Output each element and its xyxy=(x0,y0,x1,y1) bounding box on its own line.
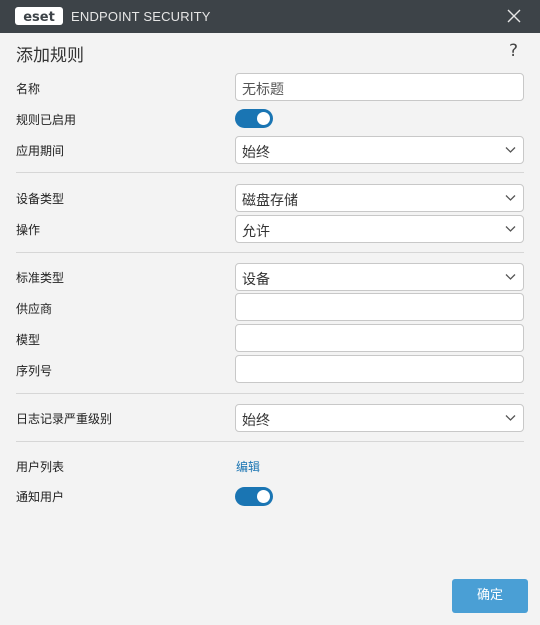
apply-period-value: 始终 xyxy=(242,145,270,161)
user-list-label: 用户列表 xyxy=(16,460,65,474)
criteria-type-select[interactable]: 设备 xyxy=(235,263,524,291)
model-label: 模型 xyxy=(16,333,41,347)
window-titlebar: eset ENDPOINT SECURITY xyxy=(0,0,540,33)
device-type-select[interactable]: 磁盘存储 xyxy=(235,184,524,212)
name-label: 名称 xyxy=(16,82,41,96)
ok-button[interactable]: 确定 xyxy=(452,579,528,613)
serial-number-input[interactable] xyxy=(235,355,524,383)
toggle-knob xyxy=(257,112,270,125)
section-divider xyxy=(16,441,524,442)
chevron-down-icon xyxy=(505,147,516,153)
device-type-label: 设备类型 xyxy=(16,192,65,206)
rule-enabled-toggle[interactable] xyxy=(235,109,273,128)
help-button[interactable]: ? xyxy=(509,41,518,61)
chevron-down-icon xyxy=(505,195,516,201)
app-title: ENDPOINT SECURITY xyxy=(71,9,211,24)
dialog-title: 添加规则 xyxy=(16,46,84,66)
toggle-knob xyxy=(257,490,270,503)
section-divider xyxy=(16,172,524,173)
apply-period-select[interactable]: 始终 xyxy=(235,136,524,164)
rule-enabled-label: 规则已启用 xyxy=(16,113,77,127)
vendor-input[interactable] xyxy=(235,293,524,321)
device-type-value: 磁盘存储 xyxy=(242,193,298,209)
notify-user-toggle[interactable] xyxy=(235,487,273,506)
log-severity-value: 始终 xyxy=(242,413,270,429)
notify-user-label: 通知用户 xyxy=(16,490,65,504)
section-divider xyxy=(16,393,524,394)
log-severity-select[interactable]: 始终 xyxy=(235,404,524,432)
action-select[interactable]: 允许 xyxy=(235,215,524,243)
eset-logo-text: eset xyxy=(23,10,55,25)
eset-logo: eset xyxy=(15,7,63,25)
close-icon[interactable] xyxy=(506,8,522,24)
vendor-label: 供应商 xyxy=(16,302,53,316)
chevron-down-icon xyxy=(505,415,516,421)
chevron-down-icon xyxy=(505,274,516,280)
apply-period-label: 应用期间 xyxy=(16,144,65,158)
name-input[interactable]: 无标题 xyxy=(235,73,524,101)
name-input-placeholder: 无标题 xyxy=(242,82,284,98)
serial-number-label: 序列号 xyxy=(16,364,53,378)
chevron-down-icon xyxy=(505,226,516,232)
action-value: 允许 xyxy=(242,224,270,240)
section-divider xyxy=(16,252,524,253)
criteria-type-label: 标准类型 xyxy=(16,271,65,285)
criteria-type-value: 设备 xyxy=(242,272,270,288)
edit-user-list-link[interactable]: 编辑 xyxy=(236,458,260,475)
log-severity-label: 日志记录严重级别 xyxy=(16,412,113,426)
model-input[interactable] xyxy=(235,324,524,352)
action-label: 操作 xyxy=(16,223,41,237)
